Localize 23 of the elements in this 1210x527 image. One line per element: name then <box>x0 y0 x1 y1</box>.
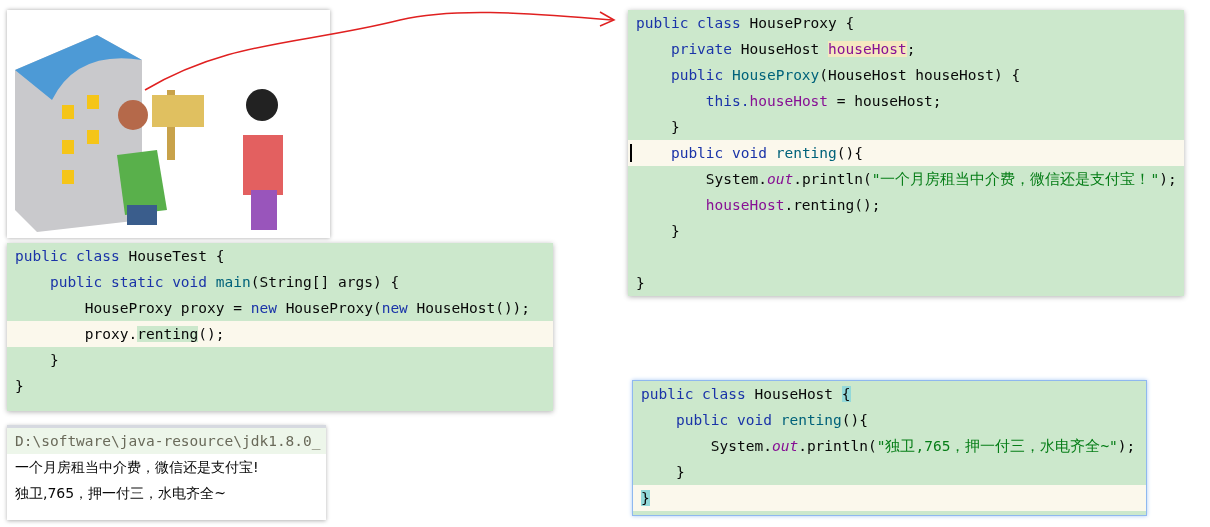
code-line: HouseProxy proxy = new HouseProxy(new HouseHost()); <box>83 299 531 318</box>
code-line: } <box>669 222 680 241</box>
code-line: houseHost.renting(); <box>704 196 881 215</box>
code-line: public class HouseHost { <box>641 385 851 404</box>
code-line: System.out.println("独卫,765，押一付三，水电齐全~"); <box>709 437 1136 456</box>
code-line: public class HouseTest { <box>15 247 225 266</box>
code-line: public void renting(){ <box>669 144 863 163</box>
output-line: 一个月房租当中介费，微信还是支付宝! <box>15 459 259 475</box>
code-line: } <box>636 274 645 293</box>
code-line: public void renting(){ <box>674 411 868 430</box>
code-line: } <box>669 118 680 137</box>
command-line: D:\software\java-resource\jdk1.8.0_ <box>15 433 321 449</box>
code-line: System.out.println("一个月房租当中介费，微信还是支付宝！"); <box>704 170 1177 189</box>
code-line: public class HouseProxy { <box>636 14 855 33</box>
code-line: this.houseHost = houseHost; <box>704 92 942 111</box>
code-line: } <box>674 463 685 482</box>
code-line: private HouseHost houseHost; <box>669 40 916 59</box>
code-line: } <box>48 351 59 370</box>
code-line: } <box>15 377 24 396</box>
code-line: proxy.renting(); <box>83 325 225 344</box>
code-line: public HouseProxy(HouseHost houseHost) { <box>669 66 1021 85</box>
output-line: 独卫,765，押一付三，水电齐全~ <box>15 485 226 501</box>
code-line: public static void main(String[] args) { <box>48 273 400 292</box>
